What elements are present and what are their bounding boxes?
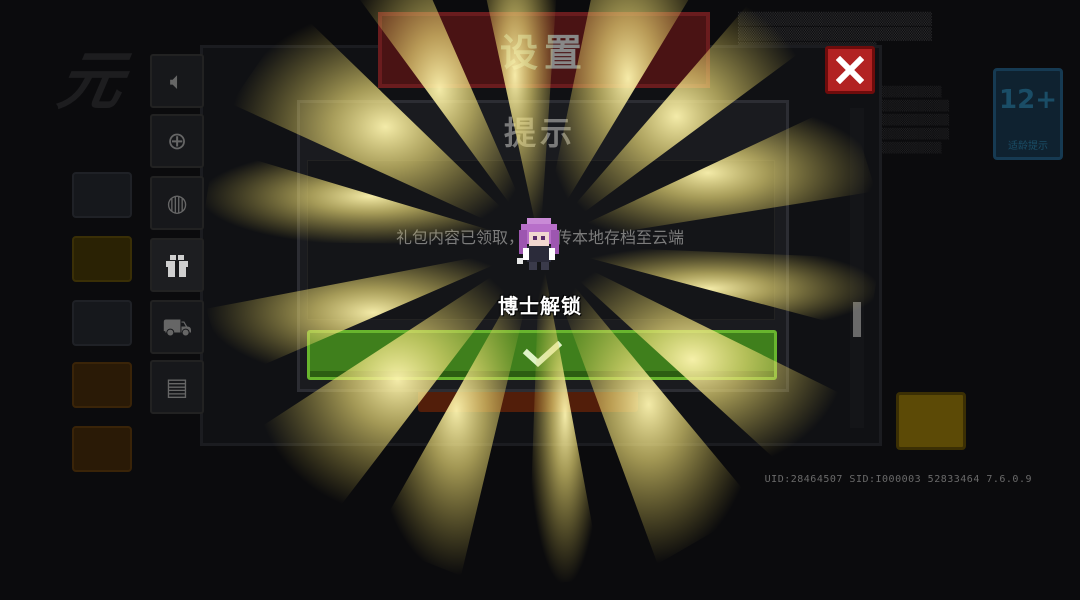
age-rating-caption: 适龄提示 xyxy=(1008,141,1048,152)
file-icon: ▤ xyxy=(165,373,189,401)
tab-gift[interactable] xyxy=(150,238,204,292)
announcement-button xyxy=(72,172,132,218)
age-rating-value: 12+ xyxy=(999,85,1057,115)
settings-close-button[interactable] xyxy=(825,46,875,94)
gift-icon xyxy=(162,250,192,280)
settings-scrollbar[interactable] xyxy=(850,108,864,428)
tab-chest[interactable]: ⛟ xyxy=(150,300,204,354)
checkmark-icon xyxy=(522,341,562,367)
settings-scrollbar-thumb[interactable] xyxy=(853,302,861,337)
event-button xyxy=(72,236,132,282)
tab-language[interactable]: ◍ xyxy=(150,176,204,230)
globe-icon: ◍ xyxy=(166,189,188,217)
cloud-save-button xyxy=(72,300,132,346)
close-icon xyxy=(836,56,864,84)
tab-controls[interactable]: ⊕ xyxy=(150,114,204,168)
extra-button xyxy=(72,426,132,472)
confirm-button[interactable] xyxy=(307,330,777,380)
settings-title: 设置 xyxy=(499,31,588,75)
tab-info[interactable]: ▤ xyxy=(150,360,204,414)
volume-icon: 🔈︎ xyxy=(169,67,185,95)
background-notice-text: ▒▒▒▒▒▒▒▒ ▒▒▒▒▒▒▒▒▒ ▒▒▒▒▒▒▒▒▒ ▒▒▒▒▒▒▒▒▒ ▒▒▒▒▒… xyxy=(880,87,950,154)
age-rating-badge: 12+ 适龄提示 xyxy=(993,68,1063,160)
target-icon: ⊕ xyxy=(166,127,188,155)
hint-dialog-title: 提示 xyxy=(503,114,576,152)
customer-service-button xyxy=(896,392,966,450)
reward-unlock-label: 博士解锁 xyxy=(498,294,582,318)
shop-button xyxy=(72,362,132,408)
chest-icon: ⛟ xyxy=(162,313,193,341)
tab-sound[interactable]: 🔈︎ xyxy=(150,54,204,108)
uid-footer: UID:28464507 SID:I000003 52833464 7.6.0.… xyxy=(764,474,1032,485)
doctor-character-icon[interactable] xyxy=(511,214,567,274)
